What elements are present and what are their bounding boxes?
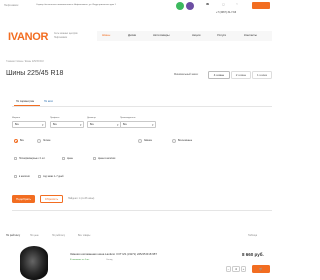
product-tire-image[interactable] bbox=[20, 246, 48, 280]
season-label-all: Все bbox=[20, 140, 24, 142]
chevron-down-icon: ▾ bbox=[41, 122, 44, 127]
checkbox-prices-stock-label: Цены в наличии bbox=[98, 157, 116, 160]
tab-by-auto[interactable]: По авто bbox=[44, 100, 53, 104]
season-label-allseason: Всесезонные bbox=[178, 140, 193, 142]
checkbox-in-stock-label: в наличии bbox=[19, 175, 30, 178]
nav-item-autogoods[interactable]: Автотовары bbox=[153, 34, 170, 37]
nav-item-tires[interactable]: Шины bbox=[102, 34, 110, 37]
profile-select[interactable]: Все ▾ bbox=[50, 121, 84, 128]
checkbox-in-stock[interactable] bbox=[14, 175, 17, 178]
checkbox-prices[interactable] bbox=[62, 157, 65, 160]
filter-label-brand: Производитель bbox=[120, 117, 136, 119]
page: Нефтекамск Сервер бесплатного шиномонтаж… bbox=[0, 0, 280, 280]
nav-bar bbox=[0, 29, 280, 43]
checkbox-order[interactable] bbox=[38, 175, 41, 178]
product-title[interactable]: Зимняя шипованная шина Laufenn I FIT IZ1… bbox=[70, 253, 157, 256]
nav-item-promo[interactable]: Акции bbox=[192, 34, 200, 37]
season-radio-winter[interactable] bbox=[138, 139, 142, 143]
add-to-cart-button[interactable]: 🛒 bbox=[252, 265, 270, 273]
sort-option-all[interactable]: Все товары bbox=[78, 235, 90, 237]
season-radio-allseason[interactable] bbox=[172, 139, 176, 143]
sort-option-price[interactable]: По цене bbox=[30, 235, 39, 237]
season-label-winter: Зимние bbox=[144, 140, 153, 142]
viber-icon[interactable] bbox=[186, 2, 194, 10]
diameter-select[interactable]: Все ▾ bbox=[87, 121, 121, 128]
reset-button[interactable]: Сбросить bbox=[40, 195, 63, 203]
sort-rating[interactable]: По рейтингу bbox=[6, 234, 20, 238]
submit-button[interactable]: Подобрать bbox=[12, 195, 35, 203]
nav-item-contacts[interactable]: Контакты bbox=[244, 34, 257, 37]
width-select[interactable]: Все ▾ bbox=[12, 121, 46, 128]
season-label-summer: Летние bbox=[43, 140, 51, 142]
cart-icon: 🛒 bbox=[259, 266, 263, 271]
qty-option-2[interactable]: 2 шины bbox=[231, 71, 251, 79]
breadcrumb[interactable]: Главная / Шины / Шины 225/45 R18 bbox=[6, 61, 44, 63]
filter-label-diameter: Диаметр bbox=[87, 117, 96, 119]
chevron-down-icon: ▾ bbox=[79, 122, 82, 127]
tab-by-params[interactable]: По параметрам bbox=[16, 100, 34, 104]
found-count: Найдено: 1 (из 28 шины) bbox=[68, 198, 95, 200]
profile-select-value: Все bbox=[53, 124, 57, 126]
whatsapp-icon[interactable] bbox=[176, 2, 184, 10]
heart-icon[interactable]: ♡ bbox=[236, 3, 238, 7]
checkbox-fullsize[interactable] bbox=[14, 157, 17, 160]
header-notice: Сервер бесплатного шиномонтажа в Нефтека… bbox=[36, 4, 116, 6]
cart-button[interactable] bbox=[252, 2, 270, 9]
product-status: В наличии: от 4 шт. bbox=[70, 259, 90, 261]
nav-item-wheels[interactable]: Диски bbox=[128, 34, 136, 37]
qty-option-4[interactable]: 4 шины bbox=[208, 71, 230, 79]
width-select-value: Все bbox=[15, 124, 19, 126]
view-toggle[interactable]: Таблица bbox=[248, 235, 257, 237]
product-stock-label: Склад: bbox=[106, 259, 113, 261]
callback-link[interactable]: ☎ bbox=[206, 3, 209, 7]
qty-plus-button[interactable]: + bbox=[241, 266, 246, 272]
filter-label-width: Ширина bbox=[12, 117, 21, 119]
sort-option-rating[interactable]: По рейтингу bbox=[52, 235, 65, 237]
brand-select[interactable]: Все ▾ bbox=[120, 121, 156, 128]
phone[interactable]: +7 (3467) 31-7-63 bbox=[216, 11, 236, 15]
chevron-down-icon: ▾ bbox=[151, 122, 154, 127]
checkbox-fullsize-label: Полноразмерные с 1 шт. bbox=[19, 157, 46, 160]
min-order-label: Минимальный заказ: bbox=[174, 73, 199, 76]
season-radio-all[interactable] bbox=[14, 139, 18, 143]
qty-minus-button[interactable]: − bbox=[226, 266, 231, 272]
diameter-select-value: Все bbox=[90, 124, 94, 126]
filter-label-profile: Профиль bbox=[50, 117, 60, 119]
nav-item-services[interactable]: Услуги bbox=[217, 34, 226, 37]
season-radio-summer[interactable] bbox=[37, 139, 41, 143]
brand-select-value: Все bbox=[123, 124, 127, 126]
chevron-down-icon: ▾ bbox=[116, 122, 119, 127]
checkbox-order-label: под заказ 1–7 дней bbox=[43, 175, 64, 178]
qty-option-1[interactable]: 1 шина bbox=[252, 71, 272, 79]
page-title: Шины 225/45 R18 bbox=[6, 70, 64, 77]
product-price: 8 660 руб. bbox=[242, 252, 264, 257]
checkbox-prices-stock[interactable] bbox=[93, 157, 96, 160]
checkbox-prices-label: Цены bbox=[67, 157, 73, 160]
qty-input[interactable]: 4 bbox=[232, 266, 240, 272]
user-icon[interactable]: ◯ bbox=[222, 3, 225, 7]
location[interactable]: Нефтекамск bbox=[4, 4, 18, 8]
